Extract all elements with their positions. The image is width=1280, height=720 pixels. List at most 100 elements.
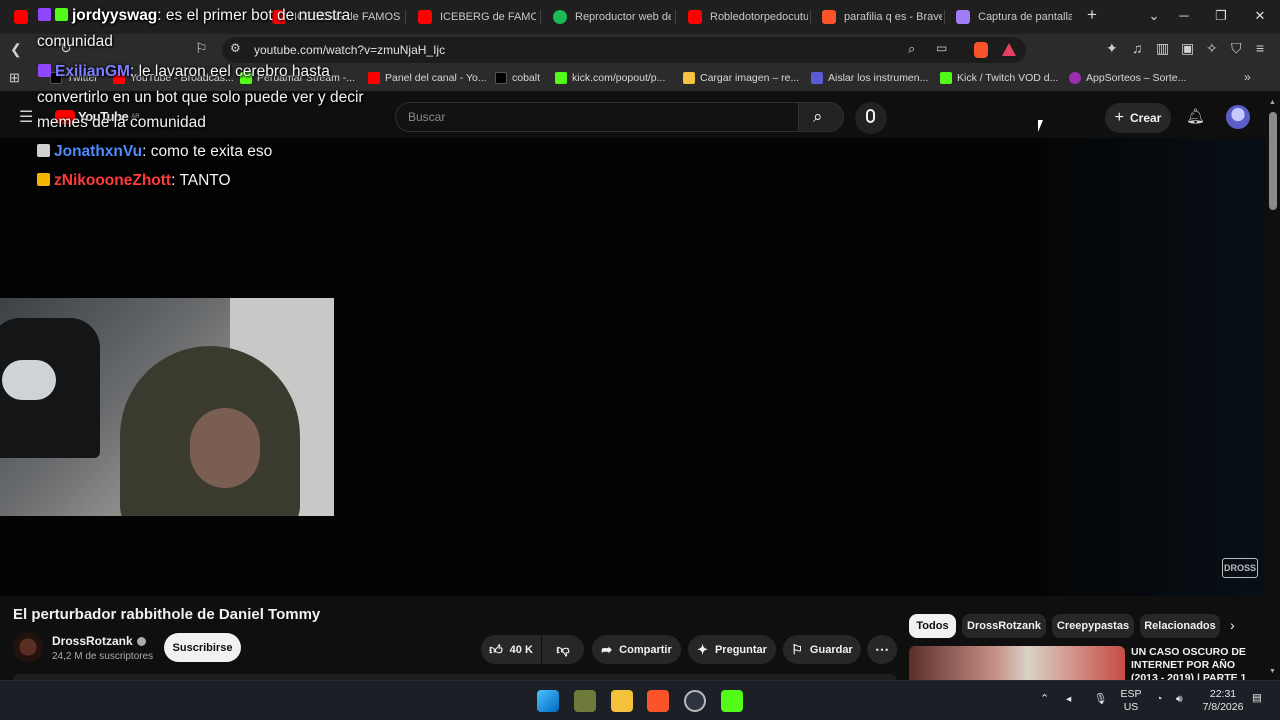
scrollbar-thumb[interactable]	[1269, 112, 1277, 210]
subscribe-button[interactable]: Suscribirse	[164, 633, 241, 662]
tab-4[interactable]: Robledotorpedocutu	[678, 4, 808, 30]
bookmark-icon[interactable]: ⚐	[195, 40, 208, 57]
mouse-cursor-icon	[1038, 120, 1043, 132]
obs-icon[interactable]	[684, 690, 706, 712]
kick-app-icon[interactable]	[721, 690, 743, 712]
new-tab-button[interactable]: +	[1082, 5, 1102, 25]
voice-search-button[interactable]	[855, 102, 887, 134]
plus-icon: +	[1114, 109, 1124, 126]
windows-start-icon[interactable]	[537, 690, 559, 712]
chip-creepypastas[interactable]: Creepypastas	[1052, 614, 1134, 638]
url-text[interactable]: youtube.com/watch?v=zmuNjaH_Ijc	[254, 43, 445, 57]
tab-2[interactable]: ICEBERG de FAMOSO	[408, 4, 536, 30]
leo-ai-icon[interactable]: ✧	[1206, 40, 1218, 57]
extensions-icon[interactable]: ✦	[1106, 40, 1118, 57]
dislike-button[interactable]: 👎︎	[542, 635, 584, 664]
vpn-shield-icon[interactable]: ⛉	[1231, 40, 1242, 57]
tab-3[interactable]: Reproductor web de	[543, 4, 671, 30]
menu-icon[interactable]: ≡	[1256, 40, 1264, 56]
chips-next-chevron-icon[interactable]: ›	[1230, 617, 1235, 633]
bookmark-item[interactable]: Aislar los instrumen...	[811, 72, 928, 84]
subscriber-count: 24,2 M de suscriptores	[52, 651, 154, 662]
hamburger-menu-icon[interactable]: ☰	[19, 107, 33, 127]
bookmark-item[interactable]: Kick / Twitch VOD d...	[940, 72, 1058, 84]
restore-icon[interactable]: ❐	[1211, 8, 1231, 24]
account-avatar[interactable]	[1226, 105, 1250, 129]
search-input[interactable]: Buscar	[395, 102, 799, 132]
page-scrollbar[interactable]: ▲ ▼	[1266, 96, 1280, 680]
search-placeholder: Buscar	[408, 110, 446, 124]
thumbs-up-icon: 👍︎	[489, 641, 503, 657]
like-button[interactable]: 👍︎ 40 K	[481, 635, 541, 664]
apps-grid-icon[interactable]: ⊞	[9, 70, 20, 86]
bookmark-item[interactable]: cobalt	[495, 72, 540, 84]
app-icon[interactable]	[574, 690, 596, 712]
search-button[interactable]: ⌕	[798, 102, 844, 132]
mod-badge-icon	[55, 8, 68, 21]
microphone-icon	[866, 109, 875, 123]
tab-list-chevron-icon[interactable]: ⌄	[1144, 8, 1164, 24]
sub-badge-icon	[38, 64, 51, 77]
more-bookmarks-icon[interactable]: »	[1244, 70, 1251, 84]
chat-text: como te exita eso	[150, 143, 273, 160]
save-bookmark-icon: ⚐	[791, 641, 803, 657]
more-actions-button[interactable]: ⋯	[867, 635, 897, 664]
brave-browser-icon[interactable]	[647, 690, 669, 712]
youtube-icon	[688, 10, 702, 24]
create-button[interactable]: + Crear	[1105, 103, 1171, 133]
video-background	[1040, 138, 1266, 596]
channel-avatar[interactable]	[13, 632, 43, 662]
file-explorer-icon[interactable]	[611, 690, 633, 712]
wallet-icon[interactable]: ▣	[1181, 40, 1194, 57]
bookmark-item[interactable]: kick.com/popout/p...	[555, 72, 665, 84]
chip-relacionados[interactable]: Relacionados	[1140, 614, 1220, 638]
minimize-icon[interactable]: ─	[1174, 8, 1194, 23]
channel-name[interactable]: DrossRotzank	[52, 634, 146, 648]
tab-separator	[810, 10, 811, 24]
sparkle-icon: ✦	[697, 641, 708, 657]
tray-network-icon[interactable]: ◂	[1066, 693, 1071, 706]
chat-message-continuation: comunidad	[37, 33, 113, 50]
tab-5[interactable]: parafilia q es - Brave	[812, 4, 942, 30]
crown-badge-icon	[37, 173, 50, 186]
notifications-bell-icon[interactable]: 🔔︎	[1186, 107, 1205, 125]
back-arrow-icon[interactable]: ❮	[10, 41, 22, 58]
scroll-down-icon[interactable]: ▼	[1269, 668, 1276, 675]
scroll-up-icon[interactable]: ▲	[1269, 99, 1276, 106]
youtube-icon	[14, 10, 28, 24]
address-bar[interactable]: ⚙ youtube.com/watch?v=zmuNjaH_Ijc ⌕ ▭	[222, 37, 1026, 63]
image-icon	[683, 72, 695, 84]
media-icon[interactable]: ♫	[1132, 40, 1143, 56]
close-icon[interactable]: ✕	[1250, 8, 1270, 24]
bookmark-item[interactable]: AppSorteos – Sorte...	[1069, 72, 1186, 84]
save-button[interactable]: ⚐ Guardar	[783, 635, 861, 664]
cast-icon[interactable]: ▭	[936, 41, 947, 55]
bookmark-item[interactable]: Cargar imagen – re...	[683, 72, 799, 84]
tray-overflow-icon[interactable]: ⌃	[1040, 693, 1049, 706]
clock[interactable]: 22:31 7/8/2026	[1198, 688, 1248, 714]
brave-shields-icon[interactable]	[974, 42, 988, 58]
recommended-thumbnail[interactable]	[909, 646, 1125, 680]
video-title: El perturbador rabbithole de Daniel Tomm…	[13, 606, 321, 623]
language-indicator[interactable]: ESP US	[1118, 688, 1144, 714]
share-button[interactable]: ➦ Compartir	[592, 635, 681, 664]
bookmark-item[interactable]: Panel del canal - Yo...	[368, 72, 487, 84]
chip-todos[interactable]: Todos	[909, 614, 956, 638]
zoom-search-icon[interactable]: ⌕	[908, 41, 915, 57]
video-player[interactable]: DROSS	[0, 138, 1266, 596]
notifications-icon[interactable]: ▤	[1252, 692, 1262, 705]
channel-watermark[interactable]: DROSS	[1222, 558, 1258, 578]
sidebar-icon[interactable]: ▥	[1156, 40, 1169, 57]
chip-drossrotzank[interactable]: DrossRotzank	[962, 614, 1046, 638]
site-settings-icon[interactable]: ⚙	[230, 41, 241, 55]
tab-6[interactable]: Captura de pantalla	[946, 4, 1072, 30]
recommended-title[interactable]: UN CASO OSCURO DE INTERNET POR AÑO (2013…	[1131, 646, 1251, 680]
tab-separator	[675, 10, 676, 24]
wifi-icon[interactable]: ◔	[1156, 693, 1162, 706]
ask-button[interactable]: ✦ Preguntar	[688, 635, 776, 664]
cobalt-icon	[495, 72, 507, 84]
brave-rewards-icon[interactable]	[1002, 43, 1016, 56]
tray-mic-icon[interactable]: 🎙︎	[1094, 693, 1107, 706]
webcam-overlay	[0, 298, 334, 516]
volume-icon[interactable]: 🔊︎	[1176, 693, 1183, 706]
